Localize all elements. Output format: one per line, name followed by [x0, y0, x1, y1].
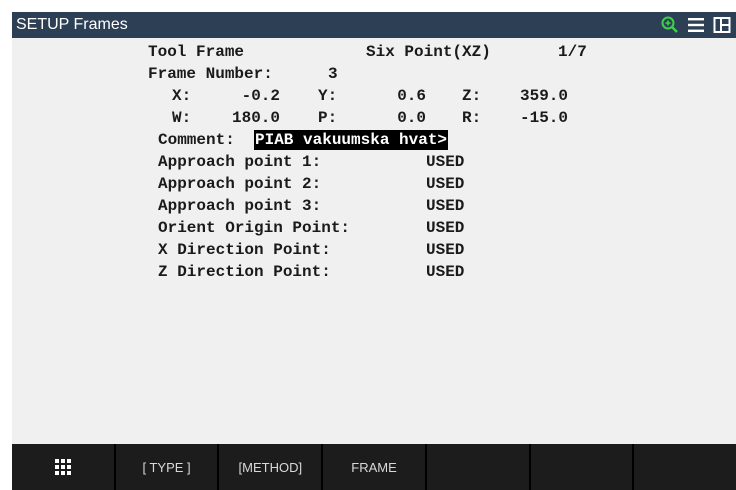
z-direction-point-status[interactable]: USED — [426, 262, 464, 282]
z-label: Z: — [462, 87, 482, 105]
frame-method: Six Point(XZ) — [366, 43, 491, 61]
title-bar-icons — [660, 15, 732, 35]
title-bar: SETUP Frames — [12, 12, 736, 38]
split-view-icon[interactable] — [712, 15, 732, 35]
r-label: R: — [462, 109, 482, 127]
approach-point-3-label[interactable]: Approach point 3: — [158, 196, 321, 216]
z-value: 359.0 — [519, 87, 568, 105]
type-softkey[interactable]: [ TYPE ] — [115, 444, 220, 490]
frame-detail-panel: Tool Frame Six Point(XZ) 1/7 Frame Numbe… — [12, 38, 736, 444]
orient-origin-point-label[interactable]: Orient Origin Point: — [158, 218, 350, 238]
approach-point-1-label[interactable]: Approach point 1: — [158, 152, 321, 172]
hamburger-menu-icon[interactable] — [686, 15, 706, 35]
x-value: -0.2 — [241, 87, 280, 105]
frame-type: Tool Frame — [148, 43, 245, 61]
approach-point-2-status[interactable]: USED — [426, 174, 464, 194]
x-direction-point-status[interactable]: USED — [426, 240, 464, 260]
y-value: 0.6 — [397, 87, 426, 105]
p-value: 0.0 — [397, 109, 426, 127]
teach-pendant-screen: SETUP Frames Tool Frame Six Point(XZ) 1/… — [12, 12, 736, 490]
y-label: Y: — [318, 87, 338, 105]
method-softkey[interactable]: [METHOD] — [219, 444, 324, 490]
z-direction-point-label[interactable]: Z Direction Point: — [158, 262, 331, 282]
approach-point-2-label[interactable]: Approach point 2: — [158, 174, 321, 194]
f5-softkey[interactable] — [530, 444, 635, 490]
x-label: X: — [172, 87, 192, 105]
w-value: 180.0 — [231, 109, 280, 127]
page-indicator: 1/7 — [558, 43, 587, 61]
frame-number-label: Frame Number: — [148, 65, 273, 83]
orient-origin-point-status[interactable]: USED — [426, 218, 464, 238]
zoom-in-icon[interactable] — [660, 15, 680, 35]
window-title: SETUP Frames — [16, 16, 128, 33]
frame-softkey[interactable]: FRAME — [323, 444, 427, 490]
approach-point-3-status[interactable]: USED — [426, 196, 464, 216]
comment-field[interactable]: PIAB vakuumska hvat> — [254, 130, 449, 150]
comment-label: Comment: — [158, 131, 235, 149]
grid-menu-icon — [54, 459, 71, 475]
r-value: -15.0 — [519, 109, 568, 127]
f6-softkey[interactable] — [634, 444, 736, 490]
p-label: P: — [318, 109, 338, 127]
softkey-bar: [ TYPE ] [METHOD] FRAME — [12, 444, 736, 490]
w-label: W: — [172, 109, 192, 127]
frame-number-value: 3 — [328, 65, 338, 83]
menu-softkey[interactable] — [12, 444, 116, 490]
f4-softkey[interactable] — [426, 444, 531, 490]
approach-point-1-status[interactable]: USED — [426, 152, 464, 172]
x-direction-point-label[interactable]: X Direction Point: — [158, 240, 331, 260]
